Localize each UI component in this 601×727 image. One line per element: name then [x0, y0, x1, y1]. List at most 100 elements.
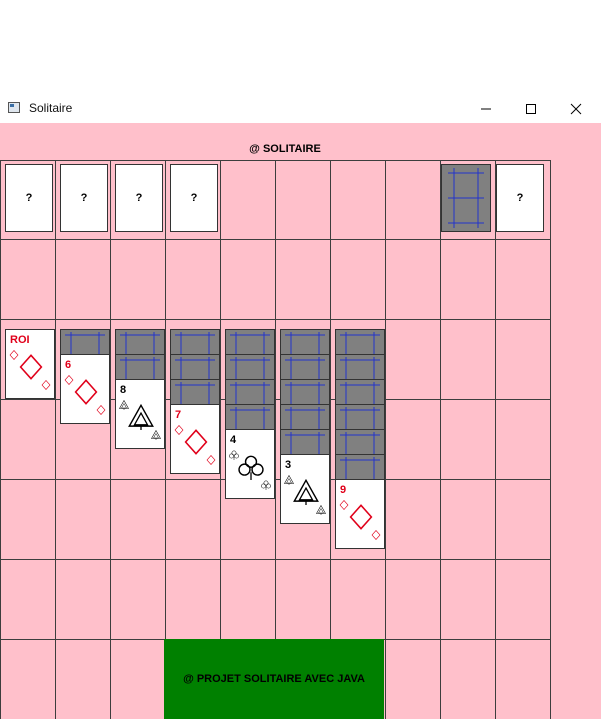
card-back-pattern-icon: [230, 382, 270, 404]
game-board: @ SOLITAIRE ? ? ? ? ? ROI 6 8 7 4 3 9 @ PROJET…: [0, 123, 601, 727]
card-back-pattern-icon: [230, 332, 270, 354]
close-icon: [570, 103, 582, 115]
grid-line: [385, 160, 386, 720]
face-down-card[interactable]: [335, 354, 385, 380]
card-back-pattern-icon: [340, 332, 380, 354]
foundation-label: ?: [80, 192, 88, 204]
card-suit-corner: [96, 402, 106, 420]
face-down-card[interactable]: [170, 329, 220, 355]
face-down-card[interactable]: [170, 379, 220, 405]
diamond-icon: [96, 405, 106, 415]
waste-label: ?: [516, 192, 524, 204]
card-back-pattern-icon: [175, 382, 215, 404]
grid-line: [330, 160, 331, 720]
card-back-pattern-icon: [285, 357, 325, 379]
face-down-card[interactable]: [225, 404, 275, 430]
face-up-card[interactable]: ROI: [5, 329, 55, 399]
card-back-pattern-icon: [340, 382, 380, 404]
card-suit-corner: [206, 452, 216, 470]
face-down-card[interactable]: [335, 379, 385, 405]
grid-line: [495, 160, 496, 720]
face-up-card[interactable]: 7: [170, 404, 220, 474]
diamond-icon: [371, 530, 381, 540]
stock-pile[interactable]: [441, 164, 491, 232]
foundation-slot[interactable]: ?: [170, 164, 218, 232]
card-rank: 6: [65, 359, 72, 371]
card-back-pattern-icon: [340, 457, 380, 479]
face-up-card[interactable]: 9: [335, 479, 385, 549]
close-button[interactable]: [553, 95, 599, 123]
grid-line: [110, 160, 111, 720]
foundation-label: ?: [135, 192, 143, 204]
card-back-pattern-icon: [340, 357, 380, 379]
face-down-card[interactable]: [60, 329, 110, 355]
card-back-pattern-icon: [285, 382, 325, 404]
face-down-card[interactable]: [225, 379, 275, 405]
card-suit-corner: [316, 502, 326, 520]
card-rank: 7: [175, 409, 182, 421]
minimize-icon: [481, 108, 491, 110]
face-down-card[interactable]: [280, 429, 330, 455]
card-back-pattern-icon: [175, 357, 215, 379]
face-down-card[interactable]: [280, 379, 330, 405]
foundation-label: ?: [190, 192, 198, 204]
card-rank: 3: [285, 459, 292, 471]
card-back-pattern-icon: [448, 168, 484, 228]
title-bar[interactable]: Solitaire: [0, 95, 601, 123]
card-rank: ROI: [10, 334, 30, 346]
grid-line: [220, 160, 221, 720]
face-down-card[interactable]: [115, 354, 165, 380]
face-up-card[interactable]: 6: [60, 354, 110, 424]
card-rank: 9: [340, 484, 347, 496]
footer-banner: @ PROJET SOLITAIRE AVEC JAVA: [164, 639, 384, 719]
face-down-card[interactable]: [115, 329, 165, 355]
foundation-label: ?: [25, 192, 33, 204]
solitaire-window: Solitaire @ SOLITAIRE ? ? ? ? ? ROI 6 8 …: [0, 95, 601, 727]
card-back-pattern-icon: [285, 432, 325, 454]
waste-pile[interactable]: ?: [496, 164, 544, 232]
minimize-button[interactable]: [463, 95, 509, 123]
spade-icon: [316, 504, 326, 515]
face-up-card[interactable]: 4: [225, 429, 275, 499]
diamond-icon: [206, 455, 216, 465]
face-down-card[interactable]: [335, 329, 385, 355]
grid-line: [55, 160, 56, 720]
grid-line: [0, 160, 1, 720]
card-suit-corner: [41, 377, 51, 395]
grid-line: [440, 160, 441, 720]
card-back-pattern-icon: [120, 357, 160, 379]
card-back-pattern-icon: [230, 407, 270, 429]
diamond-icon: [41, 380, 51, 390]
grid-line: [165, 160, 166, 720]
face-down-card[interactable]: [225, 354, 275, 380]
foundation-slot[interactable]: ?: [5, 164, 53, 232]
maximize-icon: [526, 104, 536, 114]
card-back-pattern-icon: [120, 332, 160, 354]
card-back-pattern-icon: [285, 407, 325, 429]
face-down-card[interactable]: [280, 354, 330, 380]
board-header: @ SOLITAIRE: [249, 143, 321, 155]
face-up-card[interactable]: 3: [280, 454, 330, 524]
foundation-slot[interactable]: ?: [60, 164, 108, 232]
card-back-pattern-icon: [340, 432, 380, 454]
card-rank: 8: [120, 384, 127, 396]
maximize-button[interactable]: [508, 95, 554, 123]
face-down-card[interactable]: [280, 329, 330, 355]
face-down-card[interactable]: [225, 329, 275, 355]
card-rank: 4: [230, 434, 237, 446]
card-back-pattern-icon: [175, 332, 215, 354]
card-back-pattern-icon: [65, 332, 105, 354]
grid-line: [550, 160, 551, 720]
foundation-slot[interactable]: ?: [115, 164, 163, 232]
card-back-pattern-icon: [230, 357, 270, 379]
card-back-pattern-icon: [340, 407, 380, 429]
face-down-card[interactable]: [335, 454, 385, 480]
face-down-card[interactable]: [280, 404, 330, 430]
face-up-card[interactable]: 8: [115, 379, 165, 449]
face-down-card[interactable]: [335, 429, 385, 455]
face-down-card[interactable]: [335, 404, 385, 430]
card-suit-corner: [371, 527, 381, 545]
face-down-card[interactable]: [170, 354, 220, 380]
card-back-pattern-icon: [285, 332, 325, 354]
card-suit-corner: [151, 427, 161, 445]
